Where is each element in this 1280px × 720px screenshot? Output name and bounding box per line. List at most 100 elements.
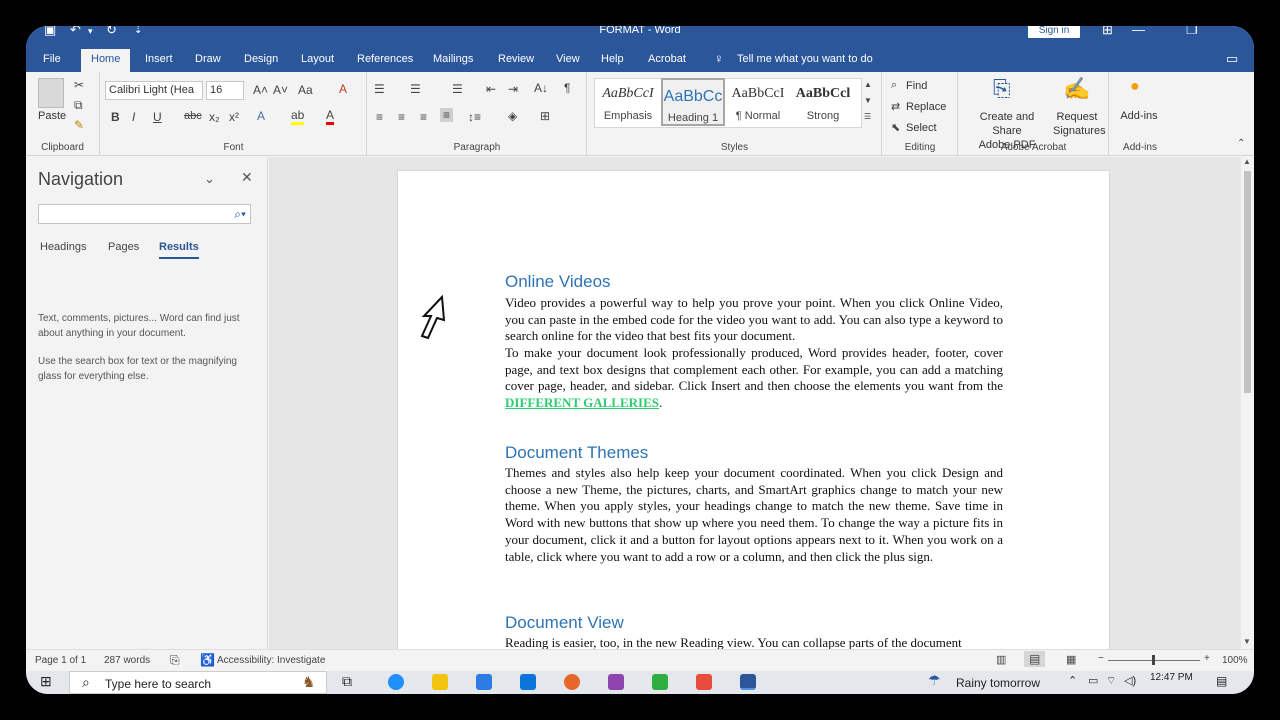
heading-document-view[interactable]: Document View xyxy=(505,613,624,633)
weather-icon[interactable]: ☂ xyxy=(928,672,941,689)
minimize-icon[interactable]: — xyxy=(1132,26,1145,37)
create-pdf-icon[interactable]: ⎘ xyxy=(993,76,1011,102)
sort-icon[interactable]: A↓ xyxy=(534,81,548,95)
comments-icon[interactable]: ▭ xyxy=(1226,51,1238,67)
zoom-out-icon[interactable]: − xyxy=(1098,653,1104,664)
paste-button[interactable]: Paste xyxy=(38,110,66,122)
align-center-icon[interactable]: ≡ xyxy=(398,110,405,124)
find-icon[interactable]: ⌕ xyxy=(891,79,897,92)
tab-layout[interactable]: Layout xyxy=(301,53,334,65)
heading-document-themes[interactable]: Document Themes xyxy=(505,443,648,463)
word-count[interactable]: 287 words xyxy=(104,655,150,666)
weather-text[interactable]: Rainy tomorrow xyxy=(956,676,1040,690)
font-size-field[interactable]: 16 xyxy=(206,81,244,100)
app-icon[interactable] xyxy=(608,674,624,690)
tab-references[interactable]: References xyxy=(357,53,413,65)
windows-start-icon[interactable]: ⊞ xyxy=(40,673,52,690)
page-count[interactable]: Page 1 of 1 xyxy=(35,655,86,666)
word-icon[interactable] xyxy=(740,674,756,690)
tab-insert[interactable]: Insert xyxy=(145,53,173,65)
clock[interactable]: 12:47 PM xyxy=(1150,672,1193,683)
collapse-ribbon-icon[interactable]: ⌃ xyxy=(1237,138,1245,149)
chevron-down-icon[interactable]: ⌄ xyxy=(204,171,215,187)
zoom-slider[interactable] xyxy=(1108,655,1200,665)
style-strong[interactable]: AaBbCcl Strong xyxy=(791,78,855,126)
wifi-icon[interactable]: ⌔ xyxy=(1106,674,1116,688)
scroll-up-icon[interactable]: ▲ xyxy=(1243,157,1251,166)
replace-icon[interactable]: ⇄ xyxy=(891,100,900,113)
paragraph-4[interactable]: Reading is easier, too, in the new Readi… xyxy=(505,635,1003,649)
tab-home[interactable]: Home xyxy=(81,49,131,72)
proofing-icon[interactable]: ⎘ xyxy=(170,653,180,668)
tab-file[interactable]: File xyxy=(43,53,61,65)
styles-more-icon[interactable]: ☰ xyxy=(864,112,871,121)
decrease-indent-icon[interactable]: ⇤ xyxy=(486,82,496,96)
underline-icon[interactable]: U xyxy=(153,110,162,124)
bold-icon[interactable]: B xyxy=(111,110,120,124)
tab-draw[interactable]: Draw xyxy=(195,53,221,65)
edge-icon[interactable] xyxy=(388,674,404,690)
style-heading-1[interactable]: AaBbCc Heading 1 xyxy=(661,78,725,126)
search-icon[interactable]: ⌕▾ xyxy=(234,207,246,222)
text-effects-icon[interactable]: A xyxy=(257,109,265,123)
paste-icon[interactable] xyxy=(38,78,64,108)
shading-icon[interactable]: ◈ xyxy=(508,109,517,123)
tab-view[interactable]: View xyxy=(556,53,580,65)
grow-font-icon[interactable]: A˄ xyxy=(253,83,268,97)
request-signatures-button[interactable]: Request Signatures xyxy=(1053,110,1106,138)
tell-me-search[interactable]: Tell me what you want to do xyxy=(737,53,873,65)
paragraph-1[interactable]: Video provides a powerful way to help yo… xyxy=(505,295,1003,345)
format-painter-icon[interactable]: ✎ xyxy=(74,118,84,132)
document-area[interactable]: Online Videos Video provides a powerful … xyxy=(269,157,1241,649)
heading-online-videos[interactable]: Online Videos xyxy=(505,272,611,292)
show-marks-icon[interactable]: ¶ xyxy=(564,81,570,95)
align-left-icon[interactable]: ≡ xyxy=(376,110,383,124)
navigation-search-input[interactable]: ⌕▾ xyxy=(38,204,251,224)
font-name-field[interactable]: Calibri Light (Hea xyxy=(105,81,203,100)
shrink-font-icon[interactable]: A˅ xyxy=(273,83,288,97)
style-normal[interactable]: AaBbCcI ¶ Normal xyxy=(726,78,790,126)
tab-design[interactable]: Design xyxy=(244,53,278,65)
increase-indent-icon[interactable]: ⇥ xyxy=(508,82,518,96)
network-icon[interactable]: ▭ xyxy=(1088,674,1098,687)
tab-pages[interactable]: Pages xyxy=(108,241,139,253)
select-button[interactable]: Select xyxy=(906,122,937,134)
numbering-icon[interactable]: ☰ xyxy=(410,82,421,96)
addins-button[interactable]: Add-ins xyxy=(1110,110,1168,122)
style-emphasis[interactable]: AaBbCcI Emphasis xyxy=(596,78,660,126)
paragraph-2[interactable]: To make your document look professionall… xyxy=(505,345,1003,412)
styles-scroll-down-icon[interactable]: ▼ xyxy=(864,96,872,105)
bullets-icon[interactable]: ☰ xyxy=(374,82,385,96)
document-page[interactable]: Online Videos Video provides a powerful … xyxy=(398,171,1109,649)
restore-icon[interactable]: ❐ xyxy=(1186,26,1198,38)
zoom-slider-thumb[interactable] xyxy=(1152,655,1155,665)
volume-icon[interactable]: ◁) xyxy=(1124,674,1136,687)
accessibility-status[interactable]: Accessibility: Investigate xyxy=(217,655,325,666)
taskbar-search-input[interactable]: ⌕ Type here to search ♞ xyxy=(69,671,327,694)
tab-acrobat[interactable]: Acrobat xyxy=(648,53,686,65)
multilevel-list-icon[interactable]: ☰ xyxy=(452,82,463,96)
tab-mailings[interactable]: Mailings xyxy=(433,53,473,65)
camtasia-icon[interactable] xyxy=(652,674,668,690)
chevron-up-icon[interactable]: ⌃ xyxy=(1068,674,1077,687)
superscript-icon[interactable]: x² xyxy=(229,110,239,124)
recorder-icon[interactable] xyxy=(696,674,712,690)
scroll-thumb[interactable] xyxy=(1244,171,1251,393)
sign-in-button[interactable]: Sign in xyxy=(1028,26,1080,38)
print-layout-icon[interactable]: ▤ xyxy=(1024,651,1046,667)
find-button[interactable]: Find xyxy=(906,80,927,92)
subscript-icon[interactable]: x₂ xyxy=(209,110,220,124)
firefox-icon[interactable] xyxy=(564,674,580,690)
scroll-down-icon[interactable]: ▼ xyxy=(1243,637,1251,646)
ribbon-display-icon[interactable]: ⊞ xyxy=(1102,26,1113,38)
align-right-icon[interactable]: ≡ xyxy=(420,110,427,124)
vertical-scrollbar[interactable]: ▲ ▼ xyxy=(1241,157,1254,649)
change-case-icon[interactable]: Aa xyxy=(298,83,313,97)
request-signatures-icon[interactable]: ✍ xyxy=(1063,76,1090,102)
different-galleries-link[interactable]: DIFFERENT GALLERIES xyxy=(505,395,659,410)
paragraph-3[interactable]: Themes and styles also help keep your do… xyxy=(505,465,1003,565)
cut-icon[interactable]: ✂ xyxy=(74,78,84,92)
clear-formatting-icon[interactable]: A xyxy=(339,82,347,96)
file-explorer-icon[interactable] xyxy=(432,674,448,690)
notifications-icon[interactable]: ▤ xyxy=(1216,674,1227,688)
